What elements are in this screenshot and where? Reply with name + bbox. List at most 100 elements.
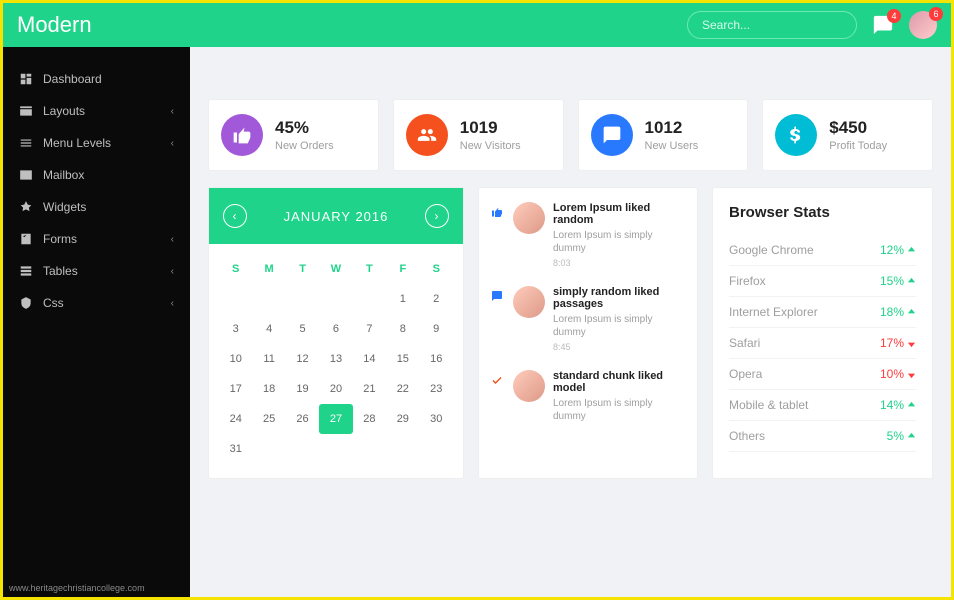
feed-title: simply random liked passages xyxy=(553,286,687,310)
layout-icon xyxy=(19,104,33,118)
sidebar-item-label: Mailbox xyxy=(43,168,84,182)
sidebar-item-widgets[interactable]: Widgets xyxy=(3,191,190,223)
search-input[interactable] xyxy=(687,11,857,39)
calendar-day[interactable]: 17 xyxy=(219,374,252,404)
calendar-day[interactable]: 26 xyxy=(286,404,319,434)
calendar-day xyxy=(319,434,352,464)
calendar-day[interactable]: 31 xyxy=(219,434,252,464)
card-label: New Visitors xyxy=(460,140,521,152)
calendar-dow: M xyxy=(252,254,285,284)
calendar-dow: S xyxy=(219,254,252,284)
sidebar-item-menu-levels[interactable]: Menu Levels‹ xyxy=(3,127,190,159)
avatar[interactable]: 6 xyxy=(909,11,937,39)
calendar-day[interactable]: 24 xyxy=(219,404,252,434)
chevron-left-icon: ‹ xyxy=(171,298,174,309)
stat-row: Opera10% xyxy=(729,359,916,390)
feed-subtitle: Lorem Ipsum is simply dummy xyxy=(553,397,687,423)
stat-name: Opera xyxy=(729,367,762,381)
feed-title: Lorem Ipsum liked random xyxy=(553,202,687,226)
calendar-day[interactable]: 25 xyxy=(252,404,285,434)
calendar-day[interactable]: 22 xyxy=(386,374,419,404)
calendar-day[interactable]: 7 xyxy=(353,314,386,344)
calendar-day[interactable]: 11 xyxy=(252,344,285,374)
calendar-day[interactable]: 1 xyxy=(386,284,419,314)
calendar-day xyxy=(420,434,453,464)
calendar-day[interactable]: 18 xyxy=(252,374,285,404)
calendar-day[interactable]: 15 xyxy=(386,344,419,374)
stat-row: Firefox15% xyxy=(729,266,916,297)
calendar-day[interactable]: 13 xyxy=(319,344,352,374)
stat-row: Safari17% xyxy=(729,328,916,359)
calendar-next-button[interactable]: › xyxy=(425,204,449,228)
calendar-day[interactable]: 20 xyxy=(319,374,352,404)
sidebar-item-label: Tables xyxy=(43,264,78,278)
calendar-day[interactable]: 19 xyxy=(286,374,319,404)
calendar-day[interactable]: 2 xyxy=(420,284,453,314)
calendar-day[interactable]: 5 xyxy=(286,314,319,344)
stat-name: Internet Explorer xyxy=(729,305,818,319)
calendar-day[interactable]: 12 xyxy=(286,344,319,374)
comment-icon xyxy=(489,286,505,352)
calendar-day[interactable]: 10 xyxy=(219,344,252,374)
calendar-day[interactable]: 16 xyxy=(420,344,453,374)
sidebar-item-forms[interactable]: Forms ‹ xyxy=(3,223,190,255)
calendar-day[interactable]: 9 xyxy=(420,314,453,344)
sidebar-item-label: Widgets xyxy=(43,200,86,214)
check-icon xyxy=(489,370,505,423)
sidebar-item-mailbox[interactable]: Mailbox xyxy=(3,159,190,191)
sidebar-item-css[interactable]: Css‹ xyxy=(3,287,190,319)
menu-icon xyxy=(19,136,33,150)
calendar-prev-button[interactable]: ‹ xyxy=(223,204,247,228)
card-label: New Orders xyxy=(275,140,334,152)
main-content: 45%New Orders1019New Visitors1012New Use… xyxy=(190,47,951,597)
stat-name: Firefox xyxy=(729,274,766,288)
card-value: $450 xyxy=(829,118,887,138)
mail-icon xyxy=(19,168,33,182)
chat-badge: 4 xyxy=(887,9,901,23)
chevron-left-icon: ‹ xyxy=(171,234,174,245)
calendar-day[interactable]: 23 xyxy=(420,374,453,404)
stat-value: 18% xyxy=(880,305,916,319)
calendar-dow: S xyxy=(420,254,453,284)
calendar-dow: T xyxy=(286,254,319,284)
feed-title: standard chunk liked model xyxy=(553,370,687,394)
calendar-day[interactable]: 21 xyxy=(353,374,386,404)
calendar-grid: SMTWTFS123456789101112131415161718192021… xyxy=(209,244,463,478)
sidebar-item-layouts[interactable]: Layouts‹ xyxy=(3,95,190,127)
chevron-left-icon: ‹ xyxy=(171,266,174,277)
sidebar-item-label: Forms xyxy=(43,232,77,246)
calendar-day[interactable]: 27 xyxy=(319,404,352,434)
chat-icon[interactable]: 4 xyxy=(871,13,895,37)
calendar-day[interactable]: 6 xyxy=(319,314,352,344)
stat-row: Google Chrome12% xyxy=(729,235,916,266)
calendar-dow: W xyxy=(319,254,352,284)
stat-value: 17% xyxy=(880,336,916,350)
calendar-day xyxy=(219,284,252,314)
calendar-day[interactable]: 3 xyxy=(219,314,252,344)
calendar-day[interactable]: 4 xyxy=(252,314,285,344)
sidebar-item-label: Menu Levels xyxy=(43,136,111,150)
sidebar-item-dashboard[interactable]: Dashboard xyxy=(3,63,190,95)
card-label: New Users xyxy=(645,140,699,152)
feed-avatar xyxy=(513,370,545,402)
calendar-widget: ‹ JANUARY 2016 › SMTWTFS1234567891011121… xyxy=(208,187,464,479)
card-value: 1012 xyxy=(645,118,699,138)
browser-stats-title: Browser Stats xyxy=(729,204,916,221)
calendar-day[interactable]: 14 xyxy=(353,344,386,374)
feed-time: 8:45 xyxy=(553,342,687,352)
stat-row: Mobile & tablet14% xyxy=(729,390,916,421)
calendar-day xyxy=(286,434,319,464)
thumb-icon xyxy=(489,202,505,268)
calendar-day[interactable]: 28 xyxy=(353,404,386,434)
activity-feed[interactable]: Lorem Ipsum liked random Lorem Ipsum is s… xyxy=(478,187,698,479)
calendar-day[interactable]: 30 xyxy=(420,404,453,434)
calendar-day xyxy=(353,434,386,464)
stat-card-profit-today: $450Profit Today xyxy=(762,99,933,171)
calendar-day[interactable]: 8 xyxy=(386,314,419,344)
feed-avatar xyxy=(513,286,545,318)
browser-stats-panel: Browser Stats Google Chrome12%Firefox15%… xyxy=(712,187,933,479)
stat-name: Others xyxy=(729,429,765,443)
calendar-day[interactable]: 29 xyxy=(386,404,419,434)
sidebar-item-tables[interactable]: Tables ‹ xyxy=(3,255,190,287)
table-icon xyxy=(19,264,33,278)
